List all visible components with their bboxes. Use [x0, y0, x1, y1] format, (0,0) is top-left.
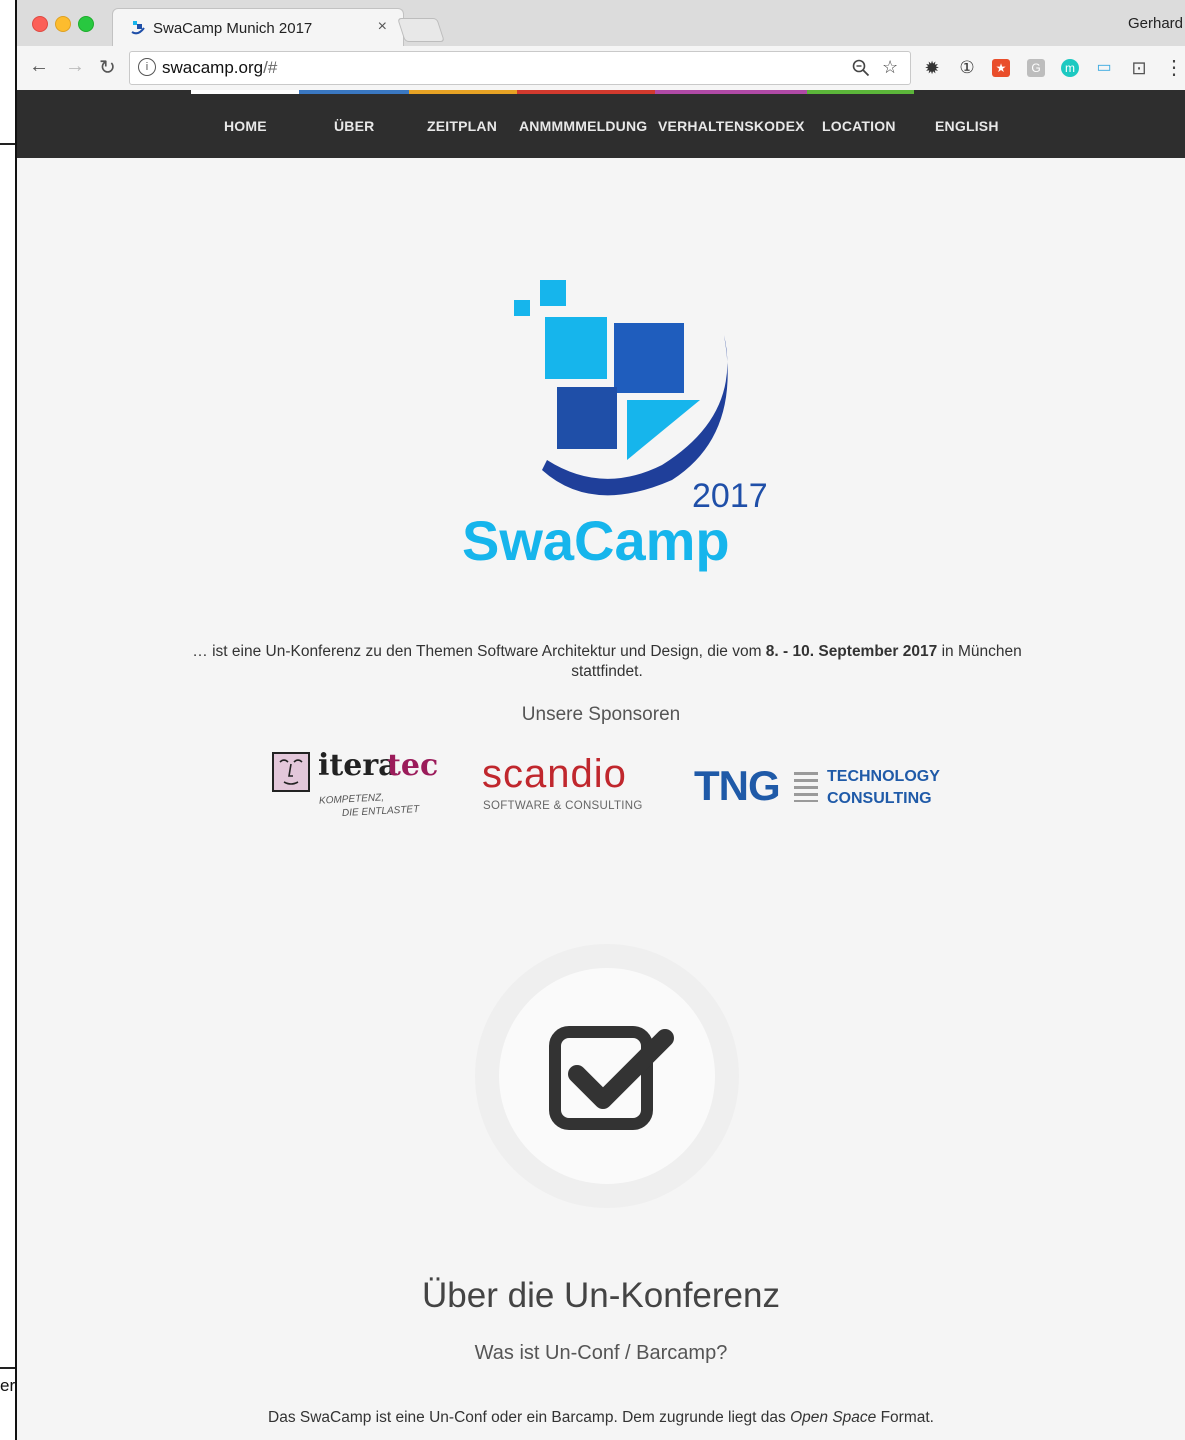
event-dates: 8. - 10. September 2017: [765, 643, 938, 660]
address-bar[interactable]: i swacamp.org/# ☆: [129, 51, 911, 85]
browser-toolbar: ← → ↻ i swacamp.org/# ☆ ✹ ① ★ G m ▭ ⊡ ⋮: [17, 46, 1185, 91]
bookmark-star-icon[interactable]: ☆: [882, 57, 898, 78]
nav-anmeldung[interactable]: ANMMMMELDUNG: [519, 118, 647, 134]
site-navigation: HOME ÜBER ZEITPLAN ANMMMMELDUNG VERHALTE…: [17, 90, 1185, 158]
nav-verhaltenskodex[interactable]: VERHALTENSKODEX: [658, 118, 805, 134]
sponsor-tng-logo[interactable]: TNG TECHNOLOGY CONSULTING: [694, 762, 944, 814]
close-window-button[interactable]: [32, 16, 48, 32]
nav-color-segment: [655, 90, 807, 94]
about-paragraph: Das SwaCamp ist eine Un-Conf oder ein Ba…: [268, 1409, 934, 1426]
tng-lines-icon: [794, 772, 818, 802]
back-arrow-icon[interactable]: ←: [29, 55, 49, 78]
site-info-icon[interactable]: i: [138, 58, 156, 76]
reload-icon[interactable]: ↻: [99, 55, 116, 80]
svg-text:SwaCamp: SwaCamp: [462, 509, 730, 572]
browser-window: SwaCamp Munich 2017 × Gerhard ← → ↻ i sw…: [17, 0, 1185, 1440]
nav-color-segment: [299, 90, 409, 94]
gear-extension-icon[interactable]: ✹: [923, 59, 941, 77]
background-text-fragment: er: [0, 1376, 16, 1395]
iteratec-face-icon: [272, 752, 310, 792]
tv-extension-icon[interactable]: ▭: [1095, 59, 1113, 77]
sponsor-scandio-logo[interactable]: scandio SOFTWARE & CONSULTING: [482, 752, 657, 820]
tab-strip: SwaCamp Munich 2017 × Gerhard: [17, 0, 1185, 47]
browser-tab-active[interactable]: SwaCamp Munich 2017 ×: [112, 8, 404, 47]
new-tab-button[interactable]: [397, 18, 445, 42]
minimize-window-button[interactable]: [55, 16, 71, 32]
forward-arrow-icon[interactable]: →: [65, 55, 85, 78]
checkbox-checked-icon: [549, 1026, 674, 1130]
nav-location[interactable]: LOCATION: [822, 118, 896, 134]
m-extension-icon[interactable]: m: [1061, 59, 1079, 77]
background-window-strip: er: [0, 0, 17, 1440]
nav-color-segment: [191, 90, 299, 94]
nav-zeitplan[interactable]: ZEITPLAN: [427, 118, 497, 134]
zoom-window-button[interactable]: [78, 16, 94, 32]
menu-icon[interactable]: ⋮: [1164, 58, 1184, 78]
nav-english[interactable]: ENGLISH: [935, 118, 999, 134]
about-title: Über die Un-Konferenz: [422, 1276, 780, 1315]
nav-color-segment: [517, 90, 655, 94]
profile-name[interactable]: Gerhard: [1128, 15, 1183, 32]
tab-close-icon[interactable]: ×: [378, 18, 387, 36]
intro-text: … ist eine Un-Konferenz zu den Themen So…: [192, 643, 1022, 680]
swacamp-favicon-icon: [131, 21, 145, 35]
feature-circle-inner: [499, 968, 715, 1184]
nav-home[interactable]: HOME: [224, 118, 267, 134]
nav-color-segment: [807, 90, 914, 94]
nav-ueber[interactable]: ÜBER: [334, 118, 374, 134]
cast-icon[interactable]: ⊡: [1130, 59, 1148, 77]
about-subtitle: Was ist Un-Conf / Barcamp?: [474, 1342, 728, 1364]
g-extension-icon[interactable]: G: [1027, 59, 1045, 77]
star-badge-extension-icon[interactable]: ★: [992, 59, 1010, 77]
sponsor-iteratec-logo[interactable]: itera tec KOMPETENZ, DIE ENTLASTET: [272, 748, 447, 825]
url-text[interactable]: swacamp.org/#: [162, 58, 277, 78]
nav-color-segment: [409, 90, 517, 94]
swacamp-logo: 2017 SwaCamp: [462, 280, 768, 572]
tab-title: SwaCamp Munich 2017: [153, 20, 313, 37]
onepassword-extension-icon[interactable]: ①: [958, 59, 976, 77]
sponsors-heading: Unsere Sponsoren: [521, 704, 681, 725]
feature-circle: [475, 944, 739, 1208]
zoom-magnifier-icon[interactable]: [852, 59, 870, 77]
